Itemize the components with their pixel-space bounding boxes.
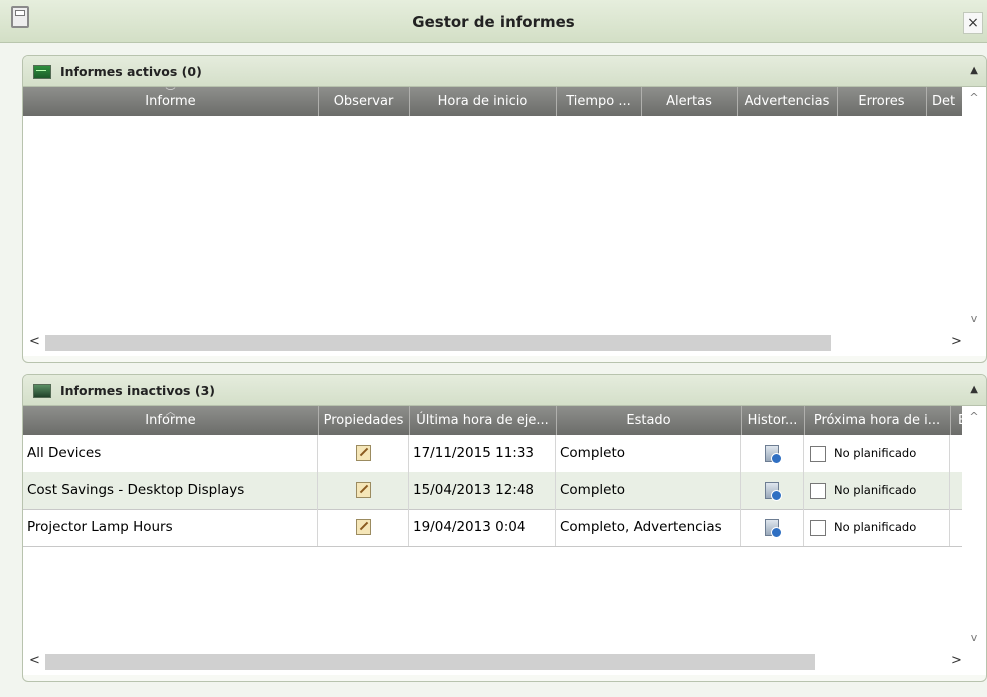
properties-cell[interactable] — [318, 435, 409, 472]
inactive-horizontal-scrollbar[interactable]: < > — [23, 649, 986, 675]
scroll-left-icon[interactable]: < — [29, 653, 40, 668]
active-horizontal-scrollbar[interactable]: < > — [23, 330, 986, 356]
monitor-activity-icon — [33, 65, 51, 79]
properties-cell[interactable] — [318, 509, 409, 546]
scroll-up-icon[interactable]: ^ — [962, 410, 986, 423]
column-header-observar[interactable]: Observar — [318, 87, 410, 116]
column-header-propiedades[interactable]: Propiedades — [318, 406, 410, 435]
active-reports-panel: Informes activos (0) ▲ ︶ Informe Observar… — [22, 55, 987, 363]
next-run-cell[interactable]: No planificado — [804, 435, 950, 472]
column-header-estado[interactable]: Estado — [556, 406, 742, 435]
column-header-ultima-hora[interactable]: Última hora de eje... — [409, 406, 557, 435]
scroll-up-icon[interactable]: ^ — [962, 91, 986, 104]
title-bar[interactable]: Gestor de informes × — [0, 0, 987, 43]
sort-indicator-icon: ︶ — [165, 88, 176, 99]
active-grid-header: ︶ Informe Observar Hora de inicio Tiempo … — [23, 87, 962, 116]
scroll-down-icon[interactable]: v — [962, 631, 986, 644]
schedule-checkbox[interactable] — [810, 482, 826, 499]
inactive-reports-panel: Informes inactivos (3) ▲ ︿ Informe Propie… — [22, 374, 987, 682]
schedule-label: No planificado — [834, 446, 917, 460]
edit-properties-icon[interactable] — [355, 482, 371, 498]
history-cell[interactable] — [741, 435, 804, 472]
active-vertical-scrollbar[interactable]: ^ v — [962, 87, 986, 334]
schedule-checkbox[interactable] — [810, 519, 826, 536]
schedule-label: No planificado — [834, 520, 917, 534]
report-name-cell: Cost Savings - Desktop Displays — [23, 472, 318, 509]
last-run-cell: 19/04/2013 0:04 — [409, 509, 556, 546]
next-run-cell[interactable]: No planificado — [804, 472, 950, 509]
edit-properties-icon[interactable] — [355, 445, 371, 461]
history-cell[interactable] — [741, 472, 804, 509]
scroll-right-icon[interactable]: > — [951, 334, 962, 349]
status-cell: Completo — [556, 472, 741, 509]
next-run-cell[interactable]: No planificado — [804, 509, 950, 546]
last-run-cell: 15/04/2013 12:48 — [409, 472, 556, 509]
history-info-icon[interactable] — [765, 518, 782, 538]
column-header-errores[interactable]: Errores — [837, 87, 927, 116]
sort-indicator-icon: ︿ — [165, 407, 176, 418]
active-grid-body — [23, 116, 962, 333]
inactive-vertical-scrollbar[interactable]: ^ v — [962, 406, 986, 653]
collapse-up-icon[interactable]: ▲ — [970, 65, 978, 76]
report-name-cell: Projector Lamp Hours — [23, 509, 318, 546]
column-header-tiempo[interactable]: Tiempo ... — [556, 87, 642, 116]
monitor-icon — [33, 384, 51, 398]
status-cell: Completo, Advertencias — [556, 509, 741, 546]
last-run-cell: 17/11/2015 11:33 — [409, 435, 556, 472]
column-header-historial[interactable]: Histor... — [741, 406, 805, 435]
properties-cell[interactable] — [318, 472, 409, 509]
table-row[interactable]: Projector Lamp Hours 19/04/2013 0:04 Com… — [23, 509, 962, 547]
column-header-alertas[interactable]: Alertas — [641, 87, 738, 116]
column-header-informe[interactable]: ︿ Informe — [23, 406, 319, 435]
window-title: Gestor de informes — [412, 13, 575, 31]
column-header-hora-inicio[interactable]: Hora de inicio — [409, 87, 557, 116]
schedule-checkbox[interactable] — [810, 445, 826, 462]
edit-properties-icon[interactable] — [355, 519, 371, 535]
history-info-icon[interactable] — [765, 481, 782, 501]
collapse-up-icon[interactable]: ▲ — [970, 384, 978, 395]
inactive-grid-body: All Devices 17/11/2015 11:33 Completo No… — [23, 435, 962, 652]
table-row[interactable]: All Devices 17/11/2015 11:33 Completo No… — [23, 435, 962, 473]
scroll-down-icon[interactable]: v — [962, 312, 986, 325]
inactive-reports-header[interactable]: Informes inactivos (3) ▲ — [23, 375, 986, 406]
column-header-detalles[interactable]: Det — [926, 87, 962, 116]
inactive-grid-header: ︿ Informe Propiedades Última hora de eje.… — [23, 406, 962, 435]
scroll-thumb[interactable] — [45, 335, 831, 351]
table-row[interactable]: Cost Savings - Desktop Displays 15/04/20… — [23, 472, 962, 510]
column-header-advertencias[interactable]: Advertencias — [737, 87, 838, 116]
status-cell: Completo — [556, 435, 741, 472]
scroll-right-icon[interactable]: > — [951, 653, 962, 668]
column-header-informe[interactable]: ︶ Informe — [23, 87, 319, 116]
column-header-proxima-hora[interactable]: Próxima hora de i... — [804, 406, 951, 435]
history-info-icon[interactable] — [765, 444, 782, 464]
column-header-e[interactable]: E — [950, 406, 962, 435]
report-manager-window: Gestor de informes × Informes activos (0… — [0, 0, 987, 697]
close-button[interactable]: × — [963, 12, 983, 34]
inactive-reports-title: Informes inactivos (3) — [60, 383, 215, 398]
scroll-thumb[interactable] — [45, 654, 815, 670]
schedule-label: No planificado — [834, 483, 917, 497]
history-cell[interactable] — [741, 509, 804, 546]
active-reports-title: Informes activos (0) — [60, 64, 202, 79]
active-reports-header[interactable]: Informes activos (0) ▲ — [23, 56, 986, 87]
report-name-cell: All Devices — [23, 435, 318, 472]
scroll-left-icon[interactable]: < — [29, 334, 40, 349]
